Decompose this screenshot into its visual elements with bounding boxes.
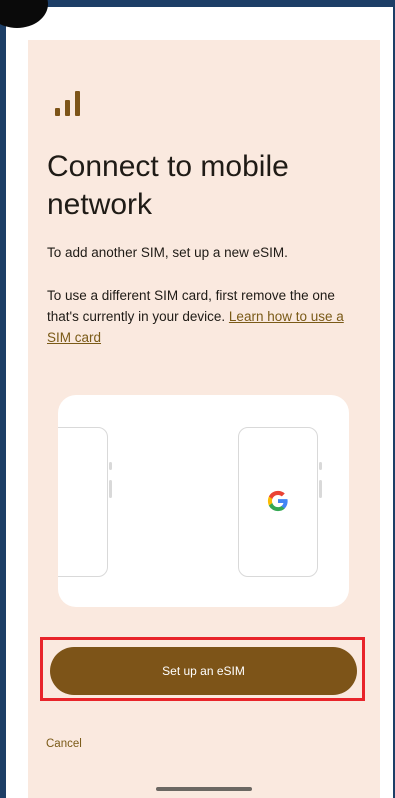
home-indicator[interactable] <box>156 787 252 791</box>
phone-side-button <box>319 462 322 470</box>
google-g-icon <box>267 490 288 512</box>
camera-cutout <box>0 0 48 28</box>
highlight-box <box>40 637 365 701</box>
page-title: Connect to mobile network <box>47 150 289 221</box>
phone-side-button <box>109 480 112 498</box>
phones-illustration <box>58 395 349 607</box>
phone-illustration-left <box>58 427 112 577</box>
esim-instruction: To add another SIM, set up a new eSIM. <box>47 245 288 260</box>
device-frame: Connect to mobile network To add another… <box>0 0 395 798</box>
signal-bars-icon <box>55 91 80 116</box>
left-border <box>0 0 6 798</box>
phone-side-button <box>109 462 112 470</box>
phone-illustration-right <box>238 427 322 577</box>
cancel-button[interactable]: Cancel <box>46 738 82 750</box>
top-border <box>0 0 395 7</box>
phone-side-button <box>319 480 322 498</box>
sim-card-instruction: To use a different SIM card, first remov… <box>47 285 367 348</box>
